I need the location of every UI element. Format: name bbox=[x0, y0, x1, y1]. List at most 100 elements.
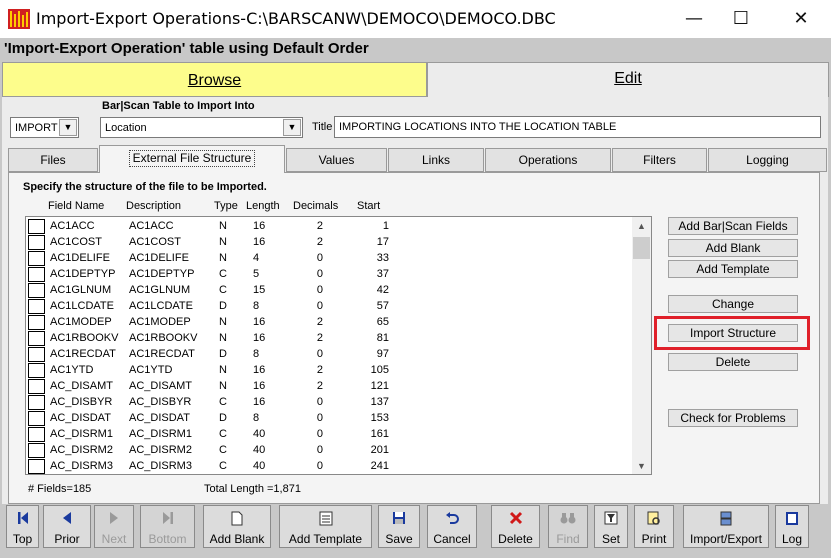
tab-filters[interactable]: Filters bbox=[612, 148, 707, 172]
change-field-button[interactable]: Change bbox=[668, 295, 798, 313]
table-row[interactable]: AC_DISRM3 AC_DISRM3 C 40 0 241 bbox=[26, 458, 631, 474]
log-button[interactable]: Log bbox=[775, 505, 809, 548]
find-button[interactable]: Find bbox=[548, 505, 588, 548]
decimals-cell: 2 bbox=[316, 220, 323, 232]
add-blank-field-button[interactable]: Add Blank bbox=[668, 239, 798, 257]
import-table-select[interactable]: Location ▼ bbox=[100, 117, 303, 138]
type-cell: C bbox=[219, 268, 227, 280]
table-row[interactable]: AC1ACC AC1ACC N 16 2 1 bbox=[26, 218, 631, 234]
table-row[interactable]: AC_DISRM1 AC_DISRM1 C 40 0 161 bbox=[26, 426, 631, 442]
row-select-checkbox[interactable] bbox=[28, 347, 45, 362]
row-select-checkbox[interactable] bbox=[28, 395, 45, 410]
table-row[interactable]: AC1GLNUM AC1GLNUM C 15 0 42 bbox=[26, 282, 631, 298]
start-cell: 137 bbox=[370, 396, 389, 408]
row-select-checkbox[interactable] bbox=[28, 283, 45, 298]
import-export-button[interactable]: Import/Export bbox=[683, 505, 769, 548]
table-row[interactable]: AC1RBOOKV AC1RBOOKV N 16 2 81 bbox=[26, 330, 631, 346]
row-select-checkbox[interactable] bbox=[28, 443, 45, 458]
print-button[interactable]: Print bbox=[634, 505, 674, 548]
maximize-button[interactable]: ☐ bbox=[717, 0, 765, 38]
tab-links[interactable]: Links bbox=[388, 148, 484, 172]
table-row[interactable]: AC1RECDAT AC1RECDAT D 8 0 97 bbox=[26, 346, 631, 362]
decimals-cell: 0 bbox=[316, 252, 323, 264]
prior-button[interactable]: Prior bbox=[43, 505, 91, 548]
next-button[interactable]: Next bbox=[94, 505, 134, 548]
table-row[interactable]: AC_DISRM2 AC_DISRM2 C 40 0 201 bbox=[26, 442, 631, 458]
title-input[interactable]: IMPORTING LOCATIONS INTO THE LOCATION TA… bbox=[334, 116, 821, 138]
row-select-checkbox[interactable] bbox=[28, 363, 45, 378]
description-cell: AC1LCDATE bbox=[129, 300, 193, 312]
toolbar-delete-button[interactable]: Delete bbox=[491, 505, 540, 548]
toolbar-add-blank-button[interactable]: Add Blank bbox=[203, 505, 271, 548]
length-cell: 16 bbox=[253, 364, 266, 376]
minimize-button[interactable]: — bbox=[670, 0, 718, 38]
length-cell: 5 bbox=[253, 268, 260, 280]
row-select-checkbox[interactable] bbox=[28, 459, 45, 474]
tab-values[interactable]: Values bbox=[286, 148, 387, 172]
table-row[interactable]: AC_DISAMT AC_DISAMT N 16 2 121 bbox=[26, 378, 631, 394]
scrollbar-thumb[interactable] bbox=[633, 237, 650, 259]
row-select-checkbox[interactable] bbox=[28, 219, 45, 234]
type-cell: N bbox=[219, 236, 227, 248]
length-cell: 16 bbox=[253, 220, 266, 232]
close-button[interactable]: ✕ bbox=[777, 0, 825, 38]
type-cell: C bbox=[219, 428, 227, 440]
delete-field-button[interactable]: Delete bbox=[668, 353, 798, 371]
add-template-field-button[interactable]: Add Template bbox=[668, 260, 798, 278]
table-row[interactable]: AC1YTD AC1YTD N 16 2 105 bbox=[26, 362, 631, 378]
length-cell: 8 bbox=[253, 412, 260, 424]
row-select-checkbox[interactable] bbox=[28, 267, 45, 282]
check-for-problems-button[interactable]: Check for Problems bbox=[668, 409, 798, 427]
row-select-checkbox[interactable] bbox=[28, 251, 45, 266]
row-select-checkbox[interactable] bbox=[28, 331, 45, 346]
start-cell: 57 bbox=[376, 300, 389, 312]
start-cell: 241 bbox=[370, 460, 389, 472]
cancel-button[interactable]: Cancel bbox=[427, 505, 477, 548]
table-row[interactable]: AC_DISBYR AC_DISBYR C 16 0 137 bbox=[26, 394, 631, 410]
chevron-down-icon[interactable]: ▼ bbox=[59, 119, 77, 136]
add-barscan-fields-button[interactable]: Add Bar|Scan Fields bbox=[668, 217, 798, 235]
tab-files[interactable]: Files bbox=[8, 148, 98, 172]
tab-logging[interactable]: Logging bbox=[708, 148, 827, 172]
description-cell: AC1RECDAT bbox=[129, 348, 195, 360]
row-select-checkbox[interactable] bbox=[28, 299, 45, 314]
length-cell: 8 bbox=[253, 300, 260, 312]
tab-browse-label: Browse bbox=[187, 72, 242, 89]
instruction-text: Specify the structure of the file to be … bbox=[23, 181, 267, 193]
bottom-button[interactable]: Bottom bbox=[140, 505, 195, 548]
scroll-up-icon[interactable]: ▲ bbox=[632, 221, 651, 231]
row-select-checkbox[interactable] bbox=[28, 411, 45, 426]
start-cell: 153 bbox=[370, 412, 389, 424]
table-row[interactable]: AC_DISDAT AC_DISDAT D 8 0 153 bbox=[26, 410, 631, 426]
set-button[interactable]: Set bbox=[594, 505, 628, 548]
toolbar-add-template-button[interactable]: Add Template bbox=[279, 505, 372, 548]
chevron-down-icon[interactable]: ▼ bbox=[283, 119, 301, 136]
table-row[interactable]: AC1COST AC1COST N 16 2 17 bbox=[26, 234, 631, 250]
structure-grid[interactable]: AC1ACC AC1ACC N 16 2 1 AC1COST AC1COST N 16 2 17 AC1… bbox=[25, 216, 652, 475]
tab-external-file-structure[interactable]: External File Structure bbox=[99, 145, 285, 173]
top-button[interactable]: Top bbox=[6, 505, 39, 548]
save-button[interactable]: Save bbox=[378, 505, 420, 548]
row-select-checkbox[interactable] bbox=[28, 379, 45, 394]
import-export-icon bbox=[684, 511, 768, 529]
row-select-checkbox[interactable] bbox=[28, 315, 45, 330]
tab-operations[interactable]: Operations bbox=[485, 148, 611, 172]
operation-select[interactable]: IMPORT ▼ bbox=[10, 117, 79, 138]
tab-browse[interactable]: Browse bbox=[2, 62, 427, 97]
fields-count: # Fields=185 bbox=[28, 483, 92, 495]
scroll-down-icon[interactable]: ▼ bbox=[632, 461, 651, 471]
table-row[interactable]: AC1MODEP AC1MODEP N 16 2 65 bbox=[26, 314, 631, 330]
row-select-checkbox[interactable] bbox=[28, 427, 45, 442]
import-structure-button[interactable]: Import Structure bbox=[668, 324, 798, 342]
print-preview-icon bbox=[635, 511, 673, 529]
description-cell: AC_DISBYR bbox=[129, 396, 192, 408]
length-cell: 16 bbox=[253, 236, 266, 248]
table-row[interactable]: AC1LCDATE AC1LCDATE D 8 0 57 bbox=[26, 298, 631, 314]
next-button-label: Next bbox=[101, 532, 127, 546]
row-select-checkbox[interactable] bbox=[28, 235, 45, 250]
table-row[interactable]: AC1DEPTYP AC1DEPTYP C 5 0 37 bbox=[26, 266, 631, 282]
table-row[interactable]: AC1DELIFE AC1DELIFE N 4 0 33 bbox=[26, 250, 631, 266]
log-button-label: Log bbox=[781, 532, 803, 546]
tab-edit[interactable]: Edit bbox=[427, 62, 829, 97]
description-cell: AC1DEPTYP bbox=[129, 268, 195, 280]
